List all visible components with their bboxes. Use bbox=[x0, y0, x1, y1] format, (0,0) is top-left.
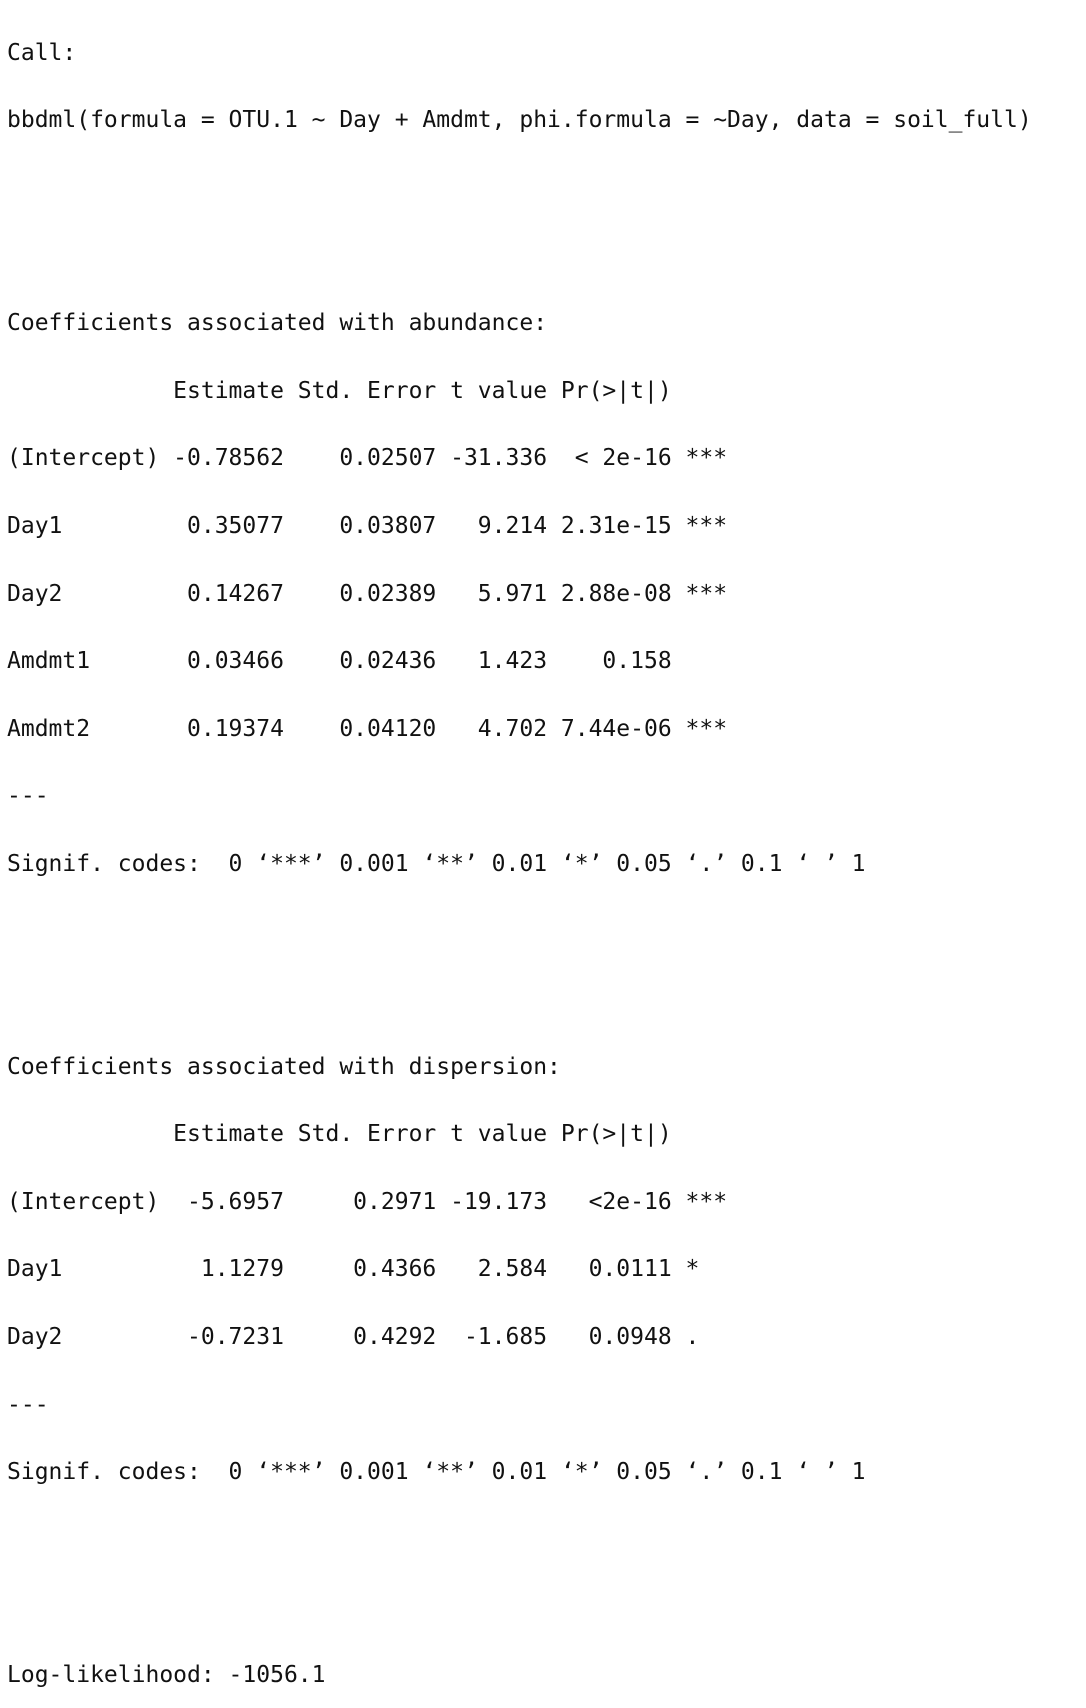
dispersion-heading: Coefficients associated with dispersion: bbox=[7, 1053, 561, 1080]
dispersion-table-header: Estimate Std. Error t value Pr(>|t|) bbox=[7, 1121, 728, 1148]
abundance-heading: Coefficients associated with abundance: bbox=[7, 310, 548, 337]
r-console-output: Call: bbdml(formula = OTU.1 ~ Day + Amdm… bbox=[0, 0, 1086, 1688]
abundance-row-day1: Day1 0.35077 0.03807 9.214 2.31e-15 *** bbox=[7, 512, 728, 539]
abundance-row-day2: Day2 0.14267 0.02389 5.971 2.88e-08 *** bbox=[7, 580, 728, 607]
call-command: bbdml(formula = OTU.1 ~ Day + Amdmt, phi… bbox=[7, 107, 1032, 134]
dispersion-signif-codes: Signif. codes: 0 ‘***’ 0.001 ‘**’ 0.01 ‘… bbox=[7, 1459, 866, 1486]
abundance-signif-codes: Signif. codes: 0 ‘***’ 0.001 ‘**’ 0.01 ‘… bbox=[7, 850, 866, 877]
abundance-row-amdmt2: Amdmt2 0.19374 0.04120 4.702 7.44e-06 **… bbox=[7, 715, 728, 742]
abundance-row-intercept: (Intercept) -0.78562 0.02507 -31.336 < 2… bbox=[7, 445, 728, 472]
dispersion-row-day2: Day2 -0.7231 0.4292 -1.685 0.0948 . bbox=[7, 1324, 728, 1351]
log-likelihood: Log-likelihood: -1056.1 bbox=[7, 1662, 326, 1689]
abundance-table-header: Estimate Std. Error t value Pr(>|t|) bbox=[7, 377, 728, 404]
dispersion-row-day1: Day1 1.1279 0.4366 2.584 0.0111 * bbox=[7, 1256, 728, 1283]
abundance-separator: --- bbox=[7, 783, 49, 810]
call-header: Call: bbox=[7, 39, 77, 66]
dispersion-separator: --- bbox=[7, 1391, 49, 1418]
dispersion-row-intercept: (Intercept) -5.6957 0.2971 -19.173 <2e-1… bbox=[7, 1188, 728, 1215]
abundance-row-amdmt1: Amdmt1 0.03466 0.02436 1.423 0.158 bbox=[7, 648, 728, 675]
